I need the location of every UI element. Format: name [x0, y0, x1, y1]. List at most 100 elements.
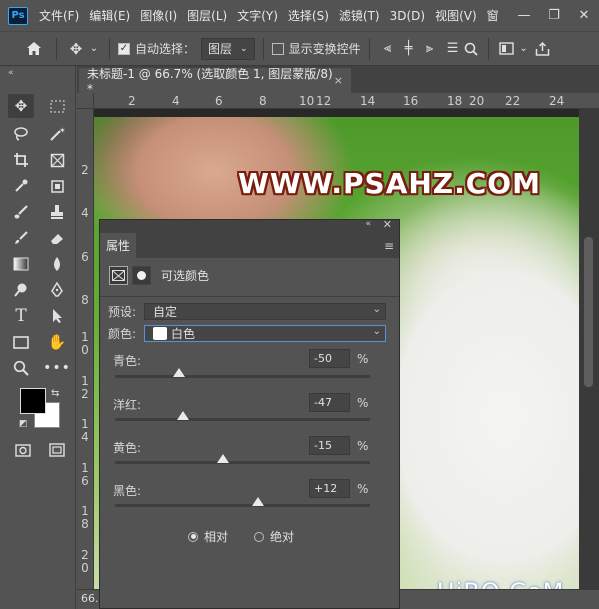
align-left-icon[interactable]: ⫷ — [378, 41, 398, 56]
menu-select[interactable]: 选择(S) — [283, 7, 334, 24]
screen-mode-icon[interactable] — [44, 438, 70, 462]
ruler-label: 12 — [316, 94, 332, 108]
blur-tool-icon[interactable] — [44, 252, 70, 276]
quick-mask-icon[interactable] — [10, 438, 36, 462]
menu-filter[interactable]: 滤镜(T) — [334, 7, 385, 24]
tab-properties[interactable]: 属性 — [100, 233, 136, 258]
panel-menu-icon[interactable]: ≡ — [384, 239, 394, 253]
cyan-slider-thumb[interactable] — [172, 368, 185, 377]
close-panel-icon[interactable]: ✕ — [383, 218, 392, 231]
history-brush-icon[interactable] — [8, 226, 34, 250]
yellow-slider-thumb[interactable] — [217, 454, 230, 463]
eyedropper-icon[interactable] — [8, 174, 34, 198]
move-tool-icon[interactable]: ✥ — [8, 94, 34, 118]
yellow-value-input[interactable]: -15 — [309, 436, 350, 455]
collapse-panel-icon[interactable]: « — [365, 219, 371, 229]
close-window-button[interactable]: ✕ — [569, 8, 599, 23]
ruler-label: 4 — [172, 94, 180, 108]
magenta-value-input[interactable]: -47 — [309, 393, 350, 412]
cyan-value-input[interactable]: -50 — [309, 349, 350, 368]
rectangle-tool-icon[interactable] — [8, 330, 34, 354]
crop-tool-icon[interactable] — [8, 148, 34, 172]
swap-colors-icon[interactable]: ⇆ — [51, 388, 59, 399]
magic-wand-icon[interactable]: ✶ — [44, 122, 70, 146]
workspace-icon[interactable] — [497, 42, 517, 55]
black-slider-track[interactable] — [115, 497, 370, 507]
magenta-slider-thumb[interactable] — [176, 411, 189, 420]
magenta-slider-track[interactable] — [115, 411, 370, 421]
move-tool-icon[interactable]: ✥ — [65, 40, 87, 58]
menu-type[interactable]: 文字(Y) — [232, 7, 283, 24]
menu-view[interactable]: 视图(V) — [430, 7, 482, 24]
type-tool-icon[interactable]: T — [8, 304, 34, 328]
layer-mask-icon[interactable] — [132, 265, 151, 285]
menu-window[interactable]: 窗 — [482, 7, 504, 24]
marquee-tool-icon[interactable] — [44, 94, 70, 118]
colors-value: 白色 — [171, 327, 196, 341]
scrollbar-thumb[interactable] — [584, 237, 593, 387]
auto-select-target-dropdown[interactable]: 图层 ⌄ — [201, 37, 255, 60]
relative-radio[interactable] — [188, 531, 198, 542]
black-slider-thumb[interactable] — [251, 497, 264, 506]
photoshop-logo[interactable]: Ps — [8, 6, 28, 25]
vertical-scrollbar[interactable] — [579, 109, 599, 589]
share-icon[interactable] — [533, 41, 553, 56]
preset-dropdown[interactable]: 自定 ⌄ — [144, 303, 386, 320]
object-select-icon[interactable] — [44, 174, 70, 198]
path-select-icon[interactable] — [44, 304, 70, 328]
tools-panel: « ✥ ✶ T ✋ ••• ⇆ ◩ — [0, 66, 76, 609]
panel-title-bar[interactable]: « ✕ — [100, 218, 399, 233]
selective-color-icon[interactable] — [109, 265, 128, 285]
colors-dropdown[interactable]: 白色 ⌄ — [144, 325, 386, 342]
menu-layer[interactable]: 图层(L) — [182, 7, 232, 24]
menu-file[interactable]: 文件(F) — [34, 7, 84, 24]
zoom-tool-icon[interactable] — [8, 356, 34, 380]
close-tab-icon[interactable]: × — [334, 74, 343, 87]
minimize-button[interactable]: — — [509, 8, 539, 23]
pen-tool-icon[interactable] — [44, 278, 70, 302]
ruler-label: 6 — [215, 94, 223, 108]
black-value-input[interactable]: +12 — [309, 479, 350, 498]
ruler-label: 10 — [81, 330, 89, 357]
zoom-level[interactable]: 66. — [81, 592, 99, 605]
absolute-label[interactable]: 绝对 — [270, 528, 294, 545]
brush-tool-icon[interactable] — [8, 200, 34, 224]
hand-tool-icon[interactable]: ✋ — [44, 330, 70, 354]
relative-label[interactable]: 相对 — [204, 528, 228, 545]
cyan-slider-track[interactable] — [115, 368, 370, 378]
menu-3d[interactable]: 3D(D) — [385, 9, 430, 23]
ruler-label: 6 — [81, 250, 89, 264]
align-center-icon[interactable]: ╪ — [398, 41, 420, 56]
align-right-icon[interactable]: ⫸ — [420, 41, 440, 56]
options-bar: ✥ ⌄ ✓ 自动选择： 图层 ⌄ 显示变换控件 ⫷ ╪ ⫸ ☰ ⌄ — [0, 31, 599, 66]
menu-edit[interactable]: 编辑(E) — [84, 7, 135, 24]
chevron-down-icon: ⌄ — [240, 43, 248, 54]
chevron-down-icon[interactable]: ⌄ — [87, 43, 101, 54]
ruler-label: 16 — [403, 94, 419, 108]
dodge-tool-icon[interactable] — [8, 278, 34, 302]
yellow-slider-track[interactable] — [115, 454, 370, 464]
foreground-color-swatch[interactable] — [20, 388, 46, 414]
more-tools-icon[interactable]: ••• — [43, 356, 70, 380]
eraser-tool-icon[interactable] — [44, 226, 70, 250]
collapse-icon[interactable]: « — [8, 68, 14, 78]
chevron-down-icon[interactable]: ⌄ — [517, 43, 531, 54]
distribute-icon[interactable]: ☰ — [444, 41, 462, 56]
menu-image[interactable]: 图像(I) — [135, 7, 182, 24]
lasso-tool-icon[interactable] — [8, 122, 34, 146]
show-transform-label: 显示变换控件 — [288, 42, 361, 56]
gradient-tool-icon[interactable] — [8, 252, 34, 276]
restore-button[interactable]: ❐ — [539, 8, 569, 23]
home-icon[interactable] — [20, 41, 48, 56]
auto-select-checkbox[interactable]: ✓ — [118, 42, 130, 55]
absolute-radio[interactable] — [254, 531, 265, 542]
document-tab[interactable]: 未标题-1 @ 66.7% (选取颜色 1, 图层蒙版/8) * × — [79, 67, 351, 96]
default-colors-icon[interactable]: ◩ — [19, 419, 28, 429]
show-transform-checkbox[interactable] — [271, 42, 284, 55]
stamp-tool-icon[interactable] — [44, 200, 70, 224]
frame-tool-icon[interactable] — [44, 148, 70, 172]
colors-row: 颜色: 白色 ⌄ — [108, 325, 386, 342]
auto-select-label: 自动选择： — [135, 42, 196, 56]
ruler-label: 24 — [549, 94, 565, 108]
search-icon[interactable] — [462, 42, 480, 56]
